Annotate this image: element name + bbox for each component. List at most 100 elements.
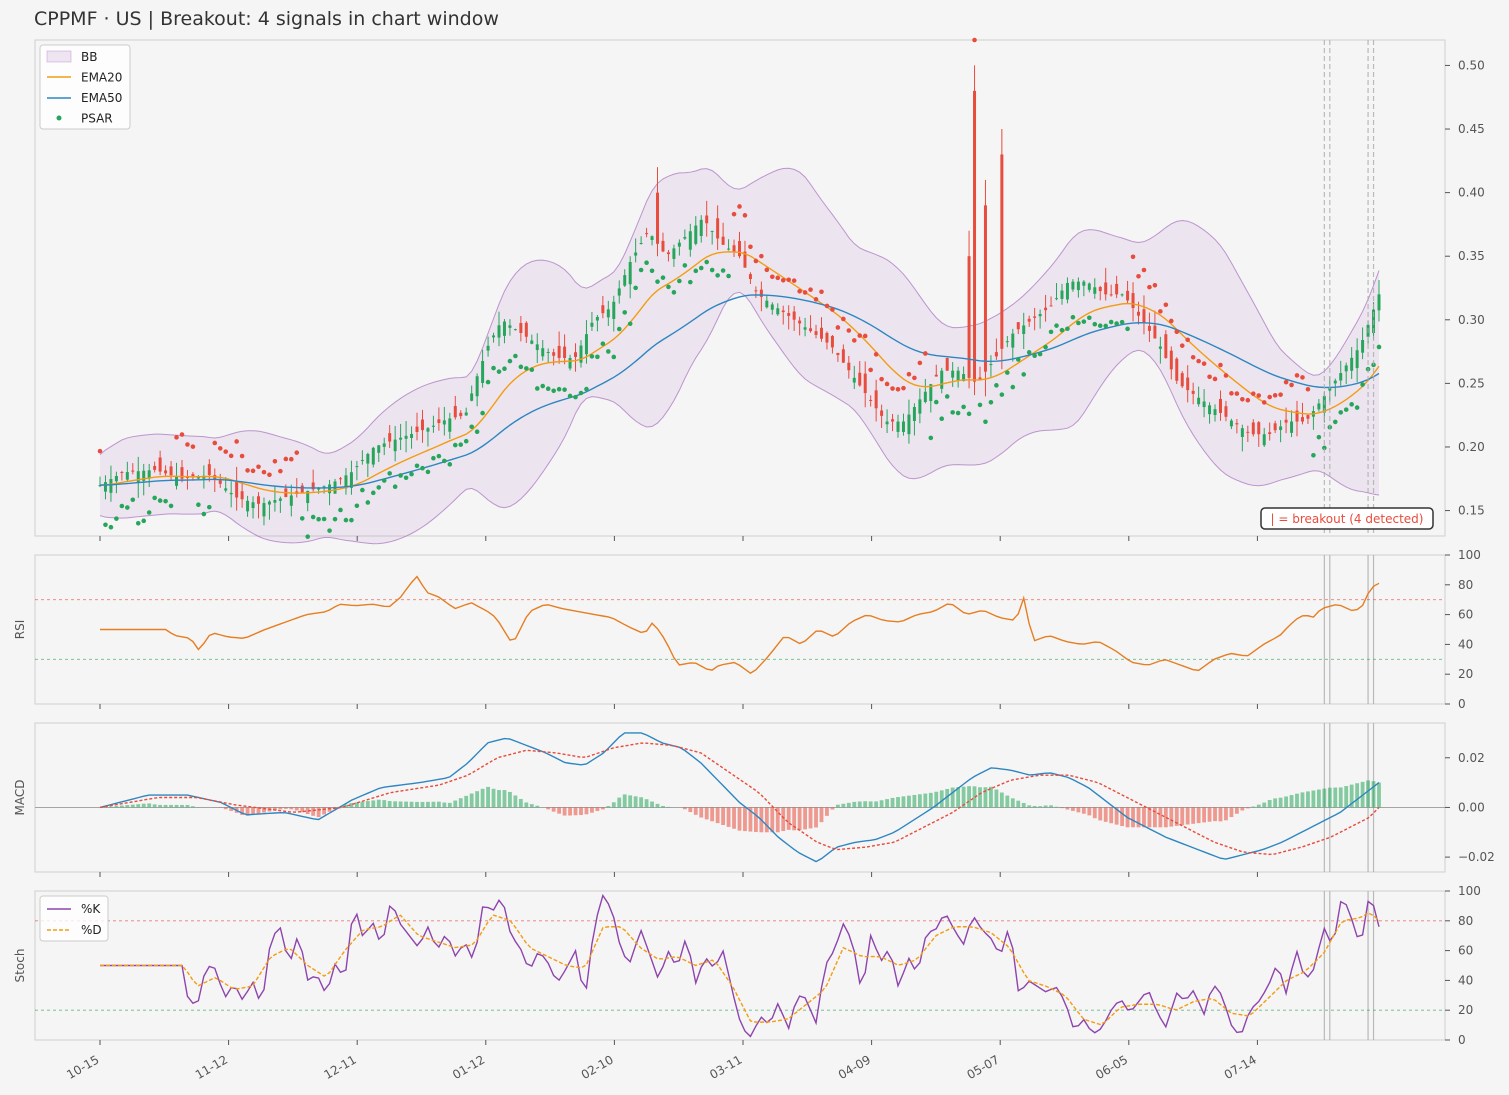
legend-swatch-bb	[46, 50, 72, 63]
stoch-axis-label: Stoch	[13, 949, 27, 983]
candle-body	[524, 322, 528, 337]
macd-histogram-bar	[524, 802, 529, 808]
candle	[945, 357, 949, 372]
candle-body	[1350, 357, 1354, 371]
psar-dot	[884, 381, 890, 387]
psar-dot	[1147, 284, 1152, 290]
psar-dot	[507, 358, 513, 364]
psar-dot	[1272, 393, 1278, 398]
psar-dot	[168, 503, 174, 509]
candle-body	[1279, 426, 1283, 430]
candle-body	[415, 426, 419, 433]
psar-dot	[267, 472, 272, 478]
candle-body	[1065, 282, 1069, 300]
psar-dot	[163, 498, 168, 504]
macd-histogram-bar	[1262, 802, 1267, 808]
candle-body	[803, 327, 807, 330]
psar-dot	[1218, 362, 1223, 368]
psar-dot	[857, 333, 863, 338]
psar-dot	[1289, 382, 1294, 388]
candle-body	[1213, 409, 1217, 416]
macd-histogram-bar	[994, 789, 999, 808]
psar-dot	[994, 383, 999, 388]
macd-histogram-bar	[409, 801, 414, 808]
candle-body	[951, 370, 955, 378]
psar-dot	[1196, 358, 1201, 364]
psar-dot	[944, 394, 950, 399]
psar-dot	[387, 471, 392, 476]
psar-dot	[567, 393, 573, 399]
macd-histogram-bar	[169, 804, 173, 808]
candle-body	[486, 345, 490, 351]
psar-dot	[1349, 402, 1354, 407]
candle-body	[1049, 305, 1053, 307]
psar-dot	[360, 487, 365, 493]
candle-body	[869, 399, 873, 401]
candle-body	[1306, 415, 1310, 419]
candle-body	[1317, 403, 1321, 410]
candle-body	[328, 484, 332, 494]
psar-dot	[321, 516, 327, 522]
macd-histogram-bar	[436, 801, 441, 808]
psar-dot	[977, 402, 983, 408]
candle-body	[945, 357, 949, 371]
macd-histogram-bar	[1147, 807, 1152, 828]
candle-body	[103, 482, 107, 492]
candle-body	[175, 476, 179, 486]
psar-dot	[644, 260, 649, 266]
psar-dot	[1185, 337, 1190, 343]
macd-histogram-bar	[398, 801, 403, 808]
macd-histogram-bar	[1333, 787, 1338, 808]
candle-body	[1115, 283, 1119, 295]
psar-dot	[611, 354, 617, 360]
candle-body	[338, 478, 342, 480]
psar-dot	[452, 442, 458, 448]
stoch-legend: %K %D	[39, 895, 109, 942]
price-ytick-label: 0.35	[1458, 249, 1485, 263]
candle-body	[535, 344, 539, 351]
macd-histogram-bar	[1049, 805, 1053, 808]
macd-histogram-bar	[1366, 780, 1370, 808]
psar-dot	[1108, 319, 1114, 325]
psar-dot	[966, 411, 972, 417]
psar-dot	[196, 502, 201, 508]
psar-dot	[879, 376, 884, 382]
macd-histogram-bar	[458, 798, 463, 808]
psar-dot	[108, 524, 114, 530]
candle	[1175, 357, 1179, 385]
price-ytick-label: 0.25	[1458, 376, 1485, 390]
candle-body	[1126, 290, 1130, 301]
macd-histogram-bar	[1054, 806, 1059, 808]
psar-dot	[606, 349, 611, 354]
candle-body	[880, 410, 884, 416]
psar-dot	[1015, 357, 1021, 362]
psar-dot	[780, 277, 786, 283]
psar-dot	[1070, 314, 1076, 320]
psar-dot	[354, 503, 360, 509]
macd-histogram-bar	[1377, 782, 1381, 808]
candle-body	[645, 233, 649, 235]
macd-histogram-bar	[475, 791, 480, 808]
macd-histogram-bar	[819, 807, 824, 823]
psar-dot	[1234, 391, 1240, 396]
macd-histogram-bar	[611, 802, 616, 808]
psar-dot	[1119, 319, 1125, 325]
macd-histogram-bar	[1256, 804, 1261, 808]
macd-histogram-bar	[600, 807, 605, 810]
macd-histogram-bar	[786, 807, 791, 830]
macd-histogram-bar	[814, 807, 818, 828]
macd-histogram-bar	[180, 804, 184, 808]
psar-dot	[830, 307, 835, 312]
macd-histogram-bar	[622, 794, 627, 808]
psar-dot	[217, 446, 223, 451]
xtick-label: 03-11	[707, 1052, 744, 1082]
psar-dot	[791, 278, 797, 283]
rsi-ytick-label: 80	[1458, 578, 1473, 592]
psar-dot	[1081, 319, 1087, 324]
psar-dot	[447, 462, 453, 467]
psar-dot	[239, 453, 245, 459]
psar-dot	[245, 468, 250, 473]
candle-body	[1011, 333, 1015, 348]
legend-label: EMA50	[81, 91, 122, 105]
psar-dot	[1212, 376, 1218, 382]
